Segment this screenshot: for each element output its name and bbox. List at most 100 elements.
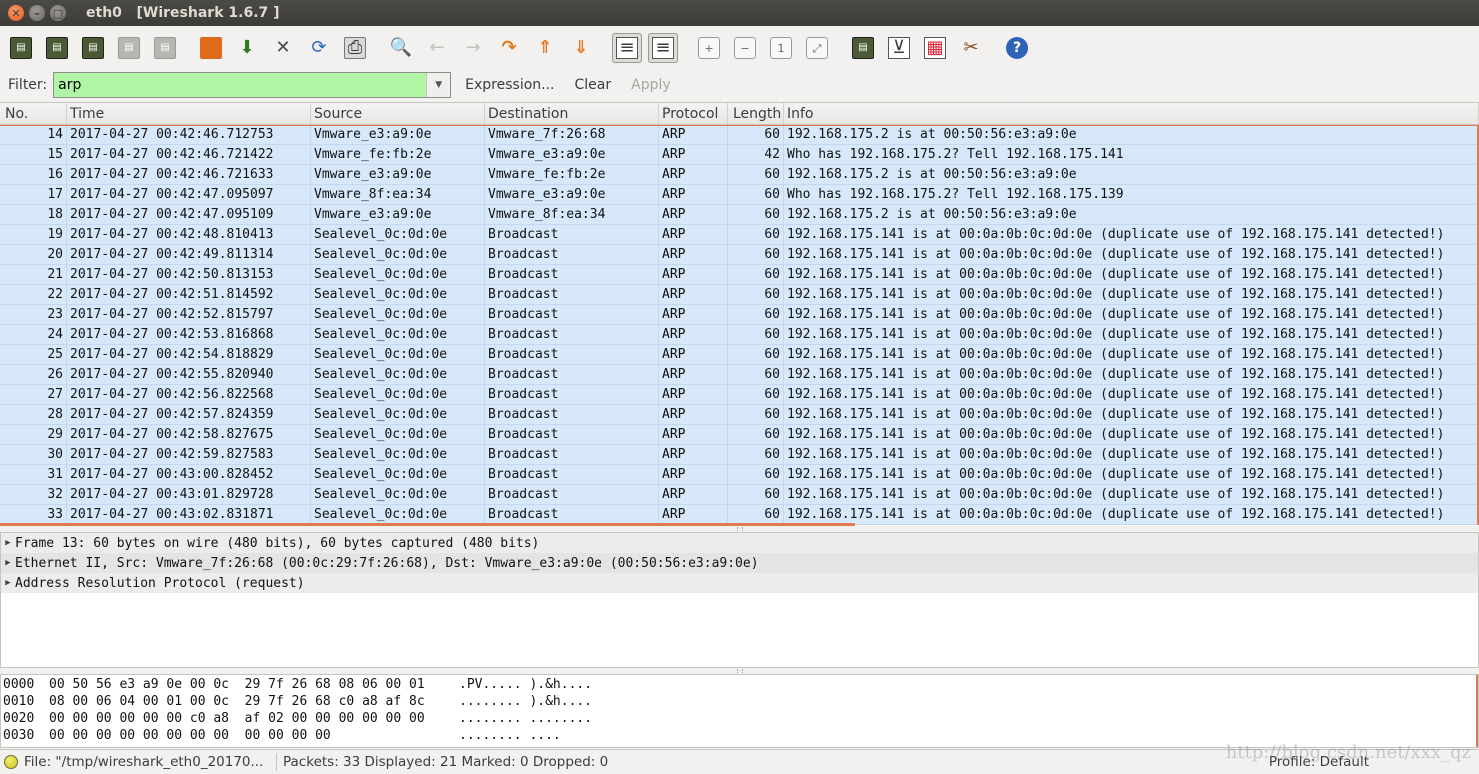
packet-destination: Broadcast	[485, 445, 659, 464]
start-capture-icon: ▤	[82, 37, 104, 59]
normal-size-icon: 1	[770, 37, 792, 59]
coloring-rules-icon: ▦	[924, 37, 946, 59]
auto-scroll-icon: ≡	[652, 37, 674, 59]
table-row[interactable]: 19 2017-04-27 00:42:48.810413 Sealevel_0c:…	[0, 225, 1479, 245]
window-title: eth0 [Wireshark 1.6.7 ]	[86, 5, 280, 21]
table-row[interactable]: 20 2017-04-27 00:42:49.811314 Sealevel_0c:…	[0, 245, 1479, 265]
table-row[interactable]: 18 2017-04-27 00:42:47.095109 Vmware_e3:a9…	[0, 205, 1479, 225]
help-button[interactable]: ?	[1002, 33, 1032, 63]
print-button[interactable]: ⎙	[340, 33, 370, 63]
column-header-source[interactable]: Source	[311, 103, 485, 124]
packet-list[interactable]: No. Time Source Destination Protocol Len…	[0, 102, 1479, 526]
table-row[interactable]: 26 2017-04-27 00:42:55.820940 Sealevel_0c:…	[0, 365, 1479, 385]
go-last-packet-button[interactable]: ⇓	[566, 33, 596, 63]
preferences-button[interactable]: ✂	[956, 33, 986, 63]
table-row[interactable]: 33 2017-04-27 00:43:02.831871 Sealevel_0c:…	[0, 505, 1479, 525]
packet-destination: Broadcast	[485, 385, 659, 404]
table-row[interactable]: 24 2017-04-27 00:42:53.816868 Sealevel_0c:…	[0, 325, 1479, 345]
expert-info-icon[interactable]	[4, 755, 18, 769]
start-capture-button[interactable]: ▤	[78, 33, 108, 63]
go-forward-button[interactable]: →	[458, 33, 488, 63]
zoom-out-button[interactable]: −	[730, 33, 760, 63]
go-first-packet-button[interactable]: ⇑	[530, 33, 560, 63]
hex-bytes[interactable]: 00 00 00 00 00 00 c0 a8 af 02 00 00 00 0…	[49, 711, 459, 728]
hex-bytes[interactable]: 00 00 00 00 00 00 00 00 00 00 00 00	[49, 728, 459, 745]
column-header-no[interactable]: No.	[0, 103, 67, 124]
column-header-time[interactable]: Time	[67, 103, 311, 124]
packet-time: 2017-04-27 00:42:50.813153	[67, 265, 311, 284]
column-header-destination[interactable]: Destination	[485, 103, 659, 124]
expander-icon[interactable]: ▶	[1, 558, 15, 568]
column-header-protocol[interactable]: Protocol	[659, 103, 728, 124]
packet-time: 2017-04-27 00:42:58.827675	[67, 425, 311, 444]
packet-bytes[interactable]: 0000 00 50 56 e3 a9 0e 00 0c 29 7f 26 68…	[0, 674, 1479, 748]
clear-button[interactable]: Clear	[569, 77, 618, 93]
table-row[interactable]: 32 2017-04-27 00:43:01.829728 Sealevel_0c:…	[0, 485, 1479, 505]
expander-icon[interactable]: ▶	[1, 578, 15, 588]
save-file-button[interactable]: ⬇	[232, 33, 262, 63]
hex-bytes[interactable]: 00 50 56 e3 a9 0e 00 0c 29 7f 26 68 08 0…	[49, 677, 459, 694]
table-row[interactable]: 29 2017-04-27 00:42:58.827675 Sealevel_0c:…	[0, 425, 1479, 445]
packet-time: 2017-04-27 00:42:57.824359	[67, 405, 311, 424]
packet-info: 192.168.175.141 is at 00:0a:0b:0c:0d:0e …	[784, 285, 1479, 304]
packet-source: Sealevel_0c:0d:0e	[311, 325, 485, 344]
interfaces-button[interactable]: ▤	[6, 33, 36, 63]
filter-dropdown-button[interactable]: ▼	[426, 73, 451, 97]
close-file-button[interactable]: ✕	[268, 33, 298, 63]
packet-info: 192.168.175.141 is at 00:0a:0b:0c:0d:0e …	[784, 465, 1479, 484]
expander-icon[interactable]: ▶	[1, 538, 15, 548]
go-back-button[interactable]: ←	[422, 33, 452, 63]
table-row[interactable]: 21 2017-04-27 00:42:50.813153 Sealevel_0c:…	[0, 265, 1479, 285]
table-row[interactable]: 31 2017-04-27 00:43:00.828452 Sealevel_0c:…	[0, 465, 1479, 485]
hex-scrollbar[interactable]	[1476, 675, 1478, 747]
filter-input[interactable]: arp ▼	[53, 72, 452, 98]
open-file-button[interactable]	[196, 33, 226, 63]
coloring-rules-button[interactable]: ▦	[920, 33, 950, 63]
colorize-button[interactable]: ≡	[612, 33, 642, 63]
normal-size-button[interactable]: 1	[766, 33, 796, 63]
packet-source: Vmware_e3:a9:0e	[311, 205, 485, 224]
packet-no: 32	[0, 485, 67, 504]
hex-ascii[interactable]: ........ ).&h....	[459, 694, 659, 711]
table-row[interactable]: 22 2017-04-27 00:42:51.814592 Sealevel_0c:…	[0, 285, 1479, 305]
window-close-button[interactable]: ✕	[8, 5, 24, 21]
auto-scroll-button[interactable]: ≡	[648, 33, 678, 63]
packet-protocol: ARP	[659, 345, 728, 364]
apply-button[interactable]: Apply	[625, 77, 677, 93]
table-row[interactable]: 16 2017-04-27 00:42:46.721633 Vmware_e3:a9…	[0, 165, 1479, 185]
table-row[interactable]: 30 2017-04-27 00:42:59.827583 Sealevel_0c:…	[0, 445, 1479, 465]
table-row[interactable]: 14 2017-04-27 00:42:46.712753 Vmware_e3:a9…	[0, 125, 1479, 145]
hex-ascii[interactable]: ........ ........	[459, 711, 659, 728]
capture-filters-button[interactable]: ▤	[848, 33, 878, 63]
packet-length: 60	[728, 125, 784, 144]
go-to-packet-button[interactable]: ↷	[494, 33, 524, 63]
window-maximize-button[interactable]: □	[50, 5, 66, 21]
table-row[interactable]: 23 2017-04-27 00:42:52.815797 Sealevel_0c:…	[0, 305, 1479, 325]
detail-row-arp[interactable]: ▶ Address Resolution Protocol (request)	[1, 573, 1478, 593]
table-row[interactable]: 15 2017-04-27 00:42:46.721422 Vmware_fe:fb…	[0, 145, 1479, 165]
hex-bytes[interactable]: 08 00 06 04 00 01 00 0c 29 7f 26 68 c0 a…	[49, 694, 459, 711]
capture-options-button[interactable]: ▤	[42, 33, 72, 63]
table-row[interactable]: 28 2017-04-27 00:42:57.824359 Sealevel_0c:…	[0, 405, 1479, 425]
expression-button[interactable]: Expression...	[459, 77, 560, 93]
column-header-info[interactable]: Info	[784, 103, 1479, 124]
packet-details[interactable]: ▶ Frame 13: 60 bytes on wire (480 bits),…	[0, 532, 1479, 668]
detail-row-frame[interactable]: ▶ Frame 13: 60 bytes on wire (480 bits),…	[1, 533, 1478, 553]
window-minimize-button[interactable]: –	[29, 5, 45, 21]
packet-time: 2017-04-27 00:43:02.831871	[67, 505, 311, 524]
display-filters-button[interactable]: ⊻	[884, 33, 914, 63]
restart-capture-button[interactable]: ▤	[150, 33, 180, 63]
table-row[interactable]: 25 2017-04-27 00:42:54.818829 Sealevel_0c:…	[0, 345, 1479, 365]
close-file-icon: ✕	[275, 37, 291, 58]
resize-columns-button[interactable]: ⤢	[802, 33, 832, 63]
find-packet-button[interactable]: 🔍	[386, 33, 416, 63]
reload-button[interactable]: ⟳	[304, 33, 334, 63]
hex-ascii[interactable]: .PV..... ).&h....	[459, 677, 659, 694]
table-row[interactable]: 17 2017-04-27 00:42:47.095097 Vmware_8f:ea…	[0, 185, 1479, 205]
table-row[interactable]: 27 2017-04-27 00:42:56.822568 Sealevel_0c:…	[0, 385, 1479, 405]
zoom-in-button[interactable]: +	[694, 33, 724, 63]
stop-capture-button[interactable]: ▤	[114, 33, 144, 63]
hex-ascii[interactable]: ........ ....	[459, 728, 659, 745]
detail-row-ethernet[interactable]: ▶ Ethernet II, Src: Vmware_7f:26:68 (00:…	[1, 553, 1478, 573]
column-header-length[interactable]: Length	[728, 103, 784, 124]
